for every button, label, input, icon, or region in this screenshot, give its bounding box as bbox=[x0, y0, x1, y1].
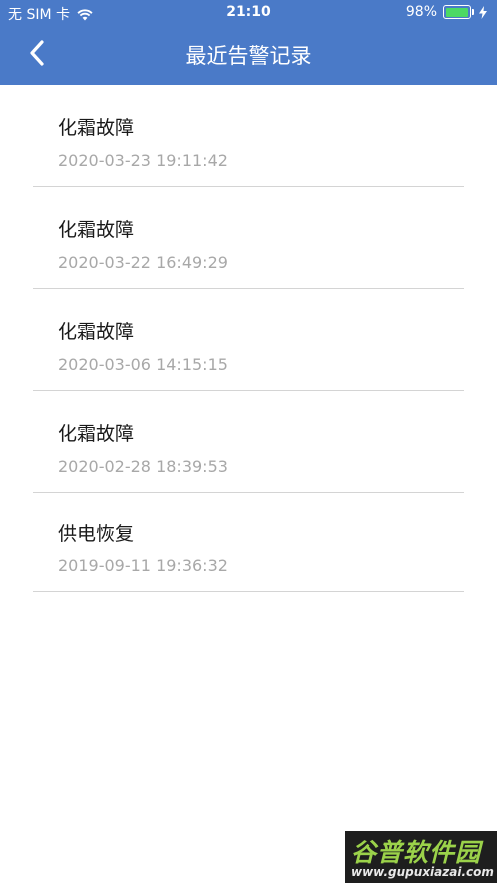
record-title: 化霜故障 bbox=[58, 117, 135, 139]
battery-indicator: 98% bbox=[406, 4, 487, 20]
watermark-logo: 谷普软件园 www.gupuxiazai.com bbox=[345, 831, 497, 883]
watermark-title: 谷普软件园 bbox=[351, 838, 482, 867]
alarm-record-item[interactable]: 化霜故障 2020-02-28 18:39:53 bbox=[33, 391, 464, 493]
record-time: 2020-02-28 18:39:53 bbox=[58, 457, 228, 476]
app-header: 无 SIM 卡 21:10 98% 最近告警记录 bbox=[0, 0, 497, 85]
status-bar: 无 SIM 卡 21:10 98% bbox=[0, 0, 497, 26]
charging-bolt-icon bbox=[479, 5, 487, 19]
record-time: 2020-03-22 16:49:29 bbox=[58, 253, 228, 272]
watermark-url: www.gupuxiazai.com bbox=[351, 865, 494, 879]
alarm-record-item[interactable]: 化霜故障 2020-03-06 14:15:15 bbox=[33, 289, 464, 391]
battery-fill bbox=[445, 7, 469, 17]
alarm-record-list: 化霜故障 2020-03-23 19:11:42 化霜故障 2020-03-22… bbox=[0, 85, 497, 592]
alarm-record-item[interactable]: 化霜故障 2020-03-22 16:49:29 bbox=[33, 187, 464, 289]
record-time: 2020-03-06 14:15:15 bbox=[58, 355, 228, 374]
record-title: 化霜故障 bbox=[58, 219, 135, 241]
record-title: 化霜故障 bbox=[58, 423, 135, 445]
record-time: 2019-09-11 19:36:32 bbox=[58, 556, 228, 575]
battery-tip bbox=[472, 9, 474, 15]
alarm-record-item[interactable]: 化霜故障 2020-03-23 19:11:42 bbox=[33, 85, 464, 187]
battery-icon bbox=[443, 5, 471, 19]
page-title: 最近告警记录 bbox=[185, 44, 312, 68]
navigation-bar: 最近告警记录 bbox=[0, 26, 497, 85]
battery-percent: 98% bbox=[405, 4, 437, 20]
alarm-record-item[interactable]: 供电恢复 2019-09-11 19:36:32 bbox=[33, 493, 464, 592]
record-title: 供电恢复 bbox=[58, 523, 135, 545]
record-time: 2020-03-23 19:11:42 bbox=[58, 151, 228, 170]
record-title: 化霜故障 bbox=[58, 321, 135, 343]
